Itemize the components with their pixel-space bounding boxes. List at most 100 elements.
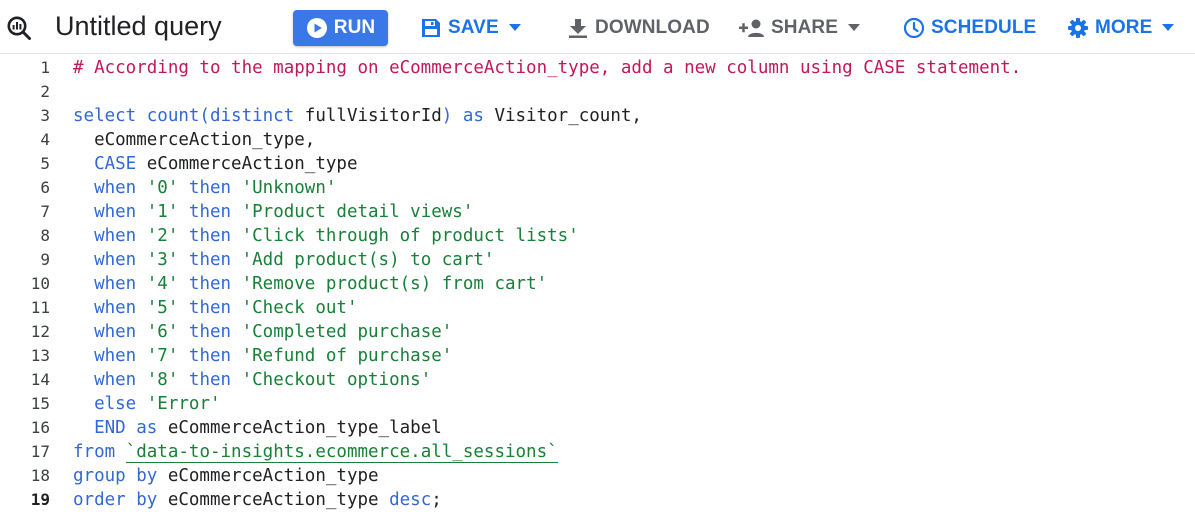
code-keyword: else	[73, 394, 147, 414]
more-button[interactable]: MORE	[1067, 10, 1175, 46]
line-number: 4	[40, 130, 50, 149]
code-keyword: then	[178, 274, 242, 294]
code-keyword: when	[73, 370, 147, 390]
code-keyword: then	[178, 298, 242, 318]
code-string: 'Check out'	[241, 298, 358, 318]
code-line[interactable]: # According to the mapping on eCommerceA…	[73, 56, 1021, 80]
code-keyword: then	[178, 370, 242, 390]
code-line[interactable]: order by eCommerceAction_type desc;	[73, 488, 442, 512]
save-button[interactable]: SAVE	[420, 10, 521, 46]
code-string: 'Completed purchase'	[241, 322, 453, 342]
code-line[interactable]: from `data-to-insights.ecommerce.all_ses…	[73, 440, 558, 464]
download-label: DOWNLOAD	[595, 17, 710, 38]
share-button[interactable]: SHARE	[739, 10, 861, 46]
code-identifier: eCommerceAction_type,	[73, 130, 316, 150]
line-number: 16	[30, 418, 50, 437]
query-title[interactable]: Untitled query	[55, 10, 222, 42]
code-keyword: then	[178, 322, 242, 342]
schedule-label: SCHEDULE	[931, 17, 1037, 38]
code-keyword: when	[73, 346, 147, 366]
code-line[interactable]: when '4' then 'Remove product(s) from ca…	[73, 272, 547, 296]
code-string: 'Error'	[146, 394, 221, 414]
line-number: 19	[30, 490, 50, 509]
code-string: 'Remove product(s) from cart'	[241, 274, 548, 294]
code-keyword: desc	[389, 490, 432, 510]
code-identifier: eCommerceAction_type	[167, 490, 390, 510]
code-line[interactable]: when '8' then 'Checkout options'	[73, 368, 431, 392]
code-keyword: when	[73, 202, 147, 222]
code-identifier: Visitor_count,	[494, 106, 642, 126]
schedule-button[interactable]: SCHEDULE	[903, 10, 1036, 46]
code-keyword: then	[178, 250, 242, 270]
code-line[interactable]: group by eCommerceAction_type	[73, 464, 379, 488]
code-keyword: then	[178, 226, 242, 246]
sql-editor[interactable]: 1 2 3 4 5 6 7 8 9 10 11 12 13 14 15 16 17 18 19 # Accordin…	[0, 55, 1195, 526]
person-add-icon	[739, 19, 764, 37]
play-circle-icon	[306, 18, 327, 38]
line-number: 7	[40, 202, 50, 221]
code-line[interactable]: when '7' then 'Refund of purchase'	[73, 344, 452, 368]
code-keyword: when	[73, 226, 147, 246]
caret-down-icon	[1162, 24, 1175, 31]
code-string: 'Product detail views'	[241, 202, 474, 222]
code-identifier: eCommerceAction_type	[167, 466, 379, 486]
code-keyword: when	[73, 178, 147, 198]
line-number: 18	[30, 466, 50, 485]
code-keyword: group by	[73, 466, 168, 486]
code-string: '3'	[146, 250, 179, 270]
code-keyword: END as	[73, 418, 168, 438]
line-number: 9	[40, 250, 50, 269]
download-button[interactable]: DOWNLOAD	[567, 10, 710, 46]
code-string: '7'	[146, 346, 179, 366]
caret-down-icon	[848, 24, 861, 31]
code-string: '1'	[146, 202, 179, 222]
code-keyword: then	[178, 178, 242, 198]
line-number: 13	[30, 346, 50, 365]
line-number: 15	[30, 394, 50, 413]
code-keyword: CASE	[73, 154, 147, 174]
code-line[interactable]: when '3' then 'Add product(s) to cart'	[73, 248, 494, 272]
save-label: SAVE	[448, 17, 499, 38]
run-button[interactable]: RUN	[293, 10, 388, 46]
code-line[interactable]: when '6' then 'Completed purchase'	[73, 320, 452, 344]
code-string: 'Refund of purchase'	[241, 346, 453, 366]
gear-icon	[1068, 18, 1088, 38]
code-line[interactable]: eCommerceAction_type,	[73, 128, 315, 152]
code-line[interactable]: when '1' then 'Product detail views'	[73, 200, 473, 224]
code-identifier: fullVisitorId	[304, 106, 442, 126]
code-identifier: eCommerceAction_type_label	[167, 418, 442, 438]
code-keyword: when	[73, 322, 147, 342]
code-table-reference[interactable]: `data-to-insights.ecommerce.all_sessions…	[125, 442, 558, 463]
line-number: 11	[30, 298, 50, 317]
line-number: 6	[40, 178, 50, 197]
code-keyword: select count(distinct	[73, 106, 305, 126]
line-number: 8	[40, 226, 50, 245]
code-string: '8'	[146, 370, 179, 390]
query-toolbar: Untitled query RUN SAVE DOWNLOAD SHARE S…	[0, 0, 1195, 54]
download-arrow-icon	[569, 19, 587, 38]
code-line[interactable]: else 'Error'	[73, 392, 221, 416]
more-label: MORE	[1095, 17, 1153, 38]
code-identifier: eCommerceAction_type	[146, 154, 358, 174]
code-line[interactable]: when '0' then 'Unknown'	[73, 176, 336, 200]
code-keyword: from	[73, 442, 126, 462]
code-line[interactable]: select count(distinct fullVisitorId) as …	[73, 104, 642, 128]
code-line[interactable]: END as eCommerceAction_type_label	[73, 416, 442, 440]
code-line[interactable]: CASE eCommerceAction_type	[73, 152, 357, 176]
code-string: 'Add product(s) to cart'	[241, 250, 495, 270]
code-keyword: then	[178, 346, 242, 366]
line-number: 14	[30, 370, 50, 389]
line-number: 10	[30, 274, 50, 293]
code-string: '4'	[146, 274, 179, 294]
share-label: SHARE	[771, 17, 839, 38]
line-number: 1	[40, 58, 50, 77]
code-comment: # According to the mapping on eCommerceA…	[73, 58, 1022, 78]
code-line[interactable]: when '5' then 'Check out'	[73, 296, 358, 320]
code-keyword: order by	[73, 490, 168, 510]
code-line[interactable]: when '2' then 'Click through of product …	[73, 224, 579, 248]
code-keyword: ) as	[441, 106, 495, 126]
code-area[interactable]: # According to the mapping on eCommerceA…	[73, 55, 1183, 526]
line-number: 17	[30, 442, 50, 461]
line-number: 2	[40, 82, 50, 101]
code-string: '2'	[146, 226, 179, 246]
